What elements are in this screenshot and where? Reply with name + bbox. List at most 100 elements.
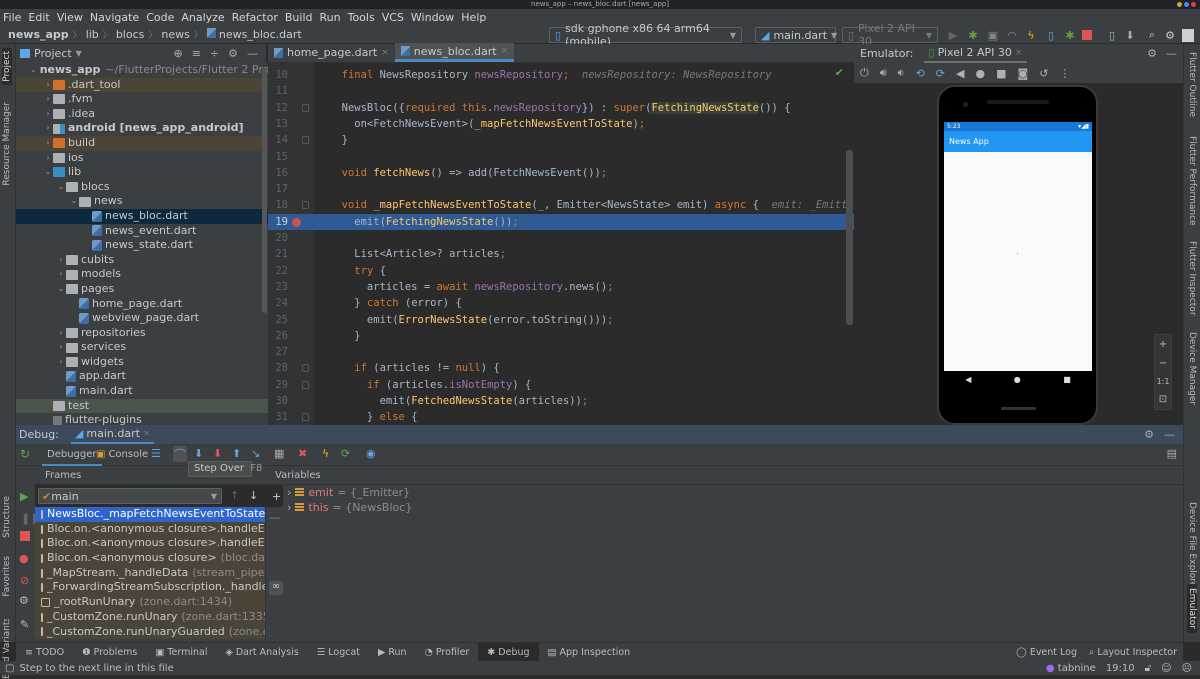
tool-window-emulator[interactable]: Emulator <box>1187 584 1197 633</box>
force-step-into-icon[interactable]: ⬇ <box>213 447 222 460</box>
home-icon[interactable]: ● <box>975 67 985 80</box>
next-frame-icon[interactable]: ↓ <box>249 489 258 502</box>
hide-icon[interactable]: — <box>1164 428 1175 441</box>
menu-file[interactable]: File <box>3 11 21 24</box>
layout-inspector-button[interactable]: ⌕ Layout Inspector <box>1089 647 1177 658</box>
step-out-icon[interactable]: ⬆ <box>232 447 241 460</box>
camera-icon[interactable]: ◙ <box>1018 67 1029 80</box>
tree-item[interactable]: webview_page.dart <box>16 311 268 326</box>
bottom-tab-logcat[interactable]: ☰ Logcat <box>308 643 369 662</box>
tree-item[interactable]: › repositories <box>16 326 268 341</box>
project-view-selector[interactable]: Project <box>34 47 72 60</box>
chevron-right-icon[interactable]: › <box>56 253 66 268</box>
tree-item[interactable]: ⌄ pages <box>16 282 268 297</box>
dart-devtools-icon[interactable]: ◉ <box>366 447 376 460</box>
chevron-down-icon[interactable]: ⌄ <box>69 194 79 209</box>
menu-navigate[interactable]: Navigate <box>90 11 139 24</box>
feedback-happy-icon[interactable]: ☺ <box>1161 663 1171 674</box>
settings-icon[interactable]: ⚙ <box>1144 428 1154 441</box>
device-selector[interactable]: ▯ sdk gphone x86 64 arm64 (mobile) ▼ <box>549 22 742 48</box>
tool-window-device-file-explorer[interactable]: Device File Explorer <box>1187 502 1197 591</box>
bottom-tab-terminal[interactable]: ▣ Terminal <box>146 643 216 662</box>
code-line[interactable]: 12 NewsBloc({required this.newsRepositor… <box>268 100 854 116</box>
hot-reload-icon[interactable]: ϟ <box>322 447 329 460</box>
run-to-cursor-icon[interactable]: ↘ <box>251 447 260 460</box>
nav-home-icon[interactable]: ● <box>1014 375 1021 384</box>
step-over-icon[interactable]: ⌒ <box>173 446 187 462</box>
apply-changes-icon[interactable]: ▯ <box>1044 28 1058 42</box>
locate-icon[interactable]: ⊕ <box>173 47 182 60</box>
chevron-right-icon[interactable]: › <box>43 78 53 93</box>
code-line[interactable]: 24 } catch (error) { <box>268 295 854 311</box>
avatar[interactable] <box>1181 28 1195 42</box>
maximize-button[interactable] <box>1184 2 1189 7</box>
code-line[interactable]: 17 <box>268 181 854 197</box>
tab-console[interactable]: ▣ Console <box>96 444 148 466</box>
bottom-tab-app-inspection[interactable]: ▤ App Inspection <box>539 643 640 662</box>
zoom-actual-size-button[interactable]: 1:1 <box>1157 377 1170 386</box>
zoom-out-button[interactable]: − <box>1159 358 1167 369</box>
tree-item[interactable]: ⌄ blocs <box>16 180 268 195</box>
chevron-right-icon[interactable]: › <box>56 267 66 282</box>
menu-edit[interactable]: Edit <box>28 11 49 24</box>
settings-icon[interactable]: ⚙ <box>1163 28 1177 42</box>
tool-window-flutter-outline[interactable]: Flutter Outline <box>1187 52 1197 117</box>
bottom-tab-dart-analysis[interactable]: ◈ Dart Analysis <box>217 643 308 662</box>
code-line[interactable]: 23 articles = await newsRepository.news(… <box>268 279 854 295</box>
hot-reload-icon[interactable]: ϟ <box>1024 28 1038 42</box>
layout-options-icon[interactable]: ▤ <box>1167 447 1177 460</box>
stack-frame[interactable]: _ForwardingStreamSubscription._handleDat… <box>35 580 265 596</box>
stack-frame[interactable]: _MapStream._handleData(stream_pipe.dart:… <box>35 565 265 581</box>
menu-analyze[interactable]: Analyze <box>181 11 224 24</box>
zoom-fit-button[interactable]: ⊡ <box>1159 394 1167 405</box>
tool-window-favorites[interactable]: Favorites <box>2 556 12 597</box>
tree-item[interactable]: › models <box>16 267 268 282</box>
tree-item[interactable]: › ios <box>16 151 268 166</box>
more-icon[interactable]: ⋮ <box>1059 67 1070 80</box>
code-line[interactable]: 15 <box>268 149 854 165</box>
debug-config-tab[interactable]: ◢ main.dart × <box>70 425 155 444</box>
volume-down-icon[interactable]: 🔉︎ <box>898 66 905 80</box>
tool-window-device-manager[interactable]: Device Manager <box>1187 332 1197 405</box>
stop-icon[interactable] <box>1080 28 1094 42</box>
overview-icon[interactable]: ■ <box>996 67 1006 80</box>
event-log-button[interactable]: ◯ Event Log <box>1016 647 1077 658</box>
code-editor[interactable]: 10 final NewsRepository newsRepository; … <box>268 63 854 425</box>
bottom-tab-profiler[interactable]: ◔ Profiler <box>416 643 479 662</box>
code-line[interactable]: 26 } <box>268 328 854 344</box>
code-line[interactable]: 29 if (articles.isNotEmpty) { <box>268 377 854 393</box>
hide-icon[interactable]: — <box>1166 47 1177 60</box>
tree-item[interactable]: test <box>16 398 268 414</box>
fold-marker-icon[interactable] <box>302 103 309 112</box>
tool-window-structure[interactable]: Structure <box>2 496 12 538</box>
lock-icon[interactable]: 🔓︎ <box>1145 663 1151 674</box>
editor-tab[interactable]: home_page.dart × <box>268 43 395 62</box>
add-watch-icon[interactable]: + <box>272 490 281 503</box>
fold-marker-icon[interactable] <box>302 380 309 389</box>
step-into-icon[interactable]: ⬇ <box>194 447 203 460</box>
tree-item[interactable]: ⌄ news_app ~/FlutterProjects/Flutter 2 Pro… <box>16 63 268 78</box>
chevron-right-icon[interactable]: › <box>43 107 53 122</box>
code-line[interactable]: 16 void fetchNews() => add(FetchNewsEven… <box>268 165 854 181</box>
remove-icon[interactable]: — <box>269 511 280 524</box>
code-line[interactable]: 22 try { <box>268 263 854 279</box>
code-line[interactable]: 25 emit(ErrorNewsState(error.toString())… <box>268 312 854 328</box>
chevron-down-icon[interactable]: ⌄ <box>56 282 66 297</box>
tree-item[interactable]: flutter-plugins <box>16 413 268 425</box>
volume-up-icon[interactable]: 🔊︎ <box>880 66 887 80</box>
settings-icon[interactable]: ⚙ <box>19 594 29 607</box>
thread-selector[interactable]: ✔ main ▼ <box>38 488 222 504</box>
chevron-right-icon[interactable]: › <box>56 340 66 355</box>
bottom-tab-todo[interactable]: ≡ TODO <box>16 643 73 662</box>
chevron-down-icon[interactable]: ▼ <box>76 49 82 58</box>
rotate-right-icon[interactable]: ⟳ <box>936 67 945 80</box>
back-icon[interactable]: ◀ <box>956 67 964 80</box>
bottom-tab-debug[interactable]: ✱ Debug <box>478 642 539 662</box>
minimize-button[interactable] <box>1177 2 1182 7</box>
tree-item[interactable]: main.dart <box>16 384 268 399</box>
emulator-device-tab[interactable]: ▯ Pixel 2 API 30 × <box>923 44 1028 63</box>
breadcrumb-item[interactable]: news_app <box>4 28 73 41</box>
view-breakpoints-icon[interactable]: ● <box>19 552 29 565</box>
settings-icon[interactable]: ⚙ <box>228 47 238 60</box>
device-manager-icon[interactable]: ▯ <box>1105 28 1119 42</box>
